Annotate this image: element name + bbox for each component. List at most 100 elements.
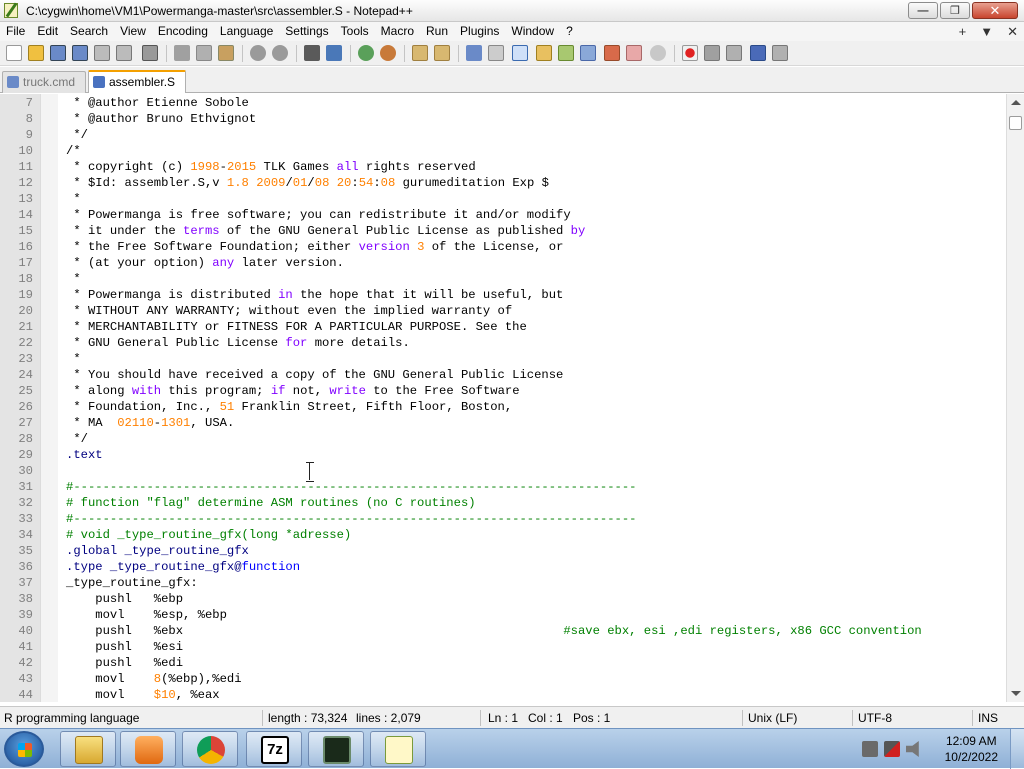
code-line[interactable]: 36 .type _type_routine_gfx@function	[0, 559, 1006, 575]
code-line[interactable]: 28 */	[0, 431, 1006, 447]
redo-icon[interactable]	[272, 45, 288, 61]
code-line[interactable]: 19 * Powermanga is distributed in the ho…	[0, 287, 1006, 303]
code-line[interactable]: 11 * copyright (c) 1998-2015 TLK Games a…	[0, 159, 1006, 175]
clock[interactable]: 12:09 AM 10/2/2022	[945, 733, 998, 765]
scroll-up-icon[interactable]	[1011, 100, 1021, 105]
doc-map-icon[interactable]	[558, 45, 574, 61]
taskbar-explorer[interactable]	[60, 731, 116, 767]
cut-icon[interactable]	[174, 45, 190, 61]
user-language-icon[interactable]	[536, 45, 552, 61]
code-line[interactable]: 20 * WITHOUT ANY WARRANTY; without even …	[0, 303, 1006, 319]
code-line[interactable]: 41 pushl %esi	[0, 639, 1006, 655]
zoom-in-icon[interactable]	[358, 45, 374, 61]
record-macro-icon[interactable]	[682, 45, 698, 61]
action-center-icon[interactable]	[862, 741, 878, 757]
menu-window[interactable]: Window	[505, 22, 560, 41]
sync-vertical-icon[interactable]	[412, 45, 428, 61]
menu-view[interactable]: View	[114, 22, 152, 41]
menu-macro[interactable]: Macro	[375, 22, 420, 41]
code-line[interactable]: 7 * @author Etienne Sobole	[0, 95, 1006, 111]
taskbar-notepad-plus-plus[interactable]	[370, 731, 426, 767]
taskbar-media-player[interactable]	[120, 731, 176, 767]
menu-settings[interactable]: Settings	[279, 22, 334, 41]
monitoring-icon[interactable]	[650, 45, 666, 61]
editor[interactable]: 7 * @author Etienne Sobole 8 * @author Br…	[0, 94, 1006, 702]
code-line[interactable]: 44 movl $10, %eax	[0, 687, 1006, 702]
code-line[interactable]: 22 * GNU General Public License for more…	[0, 335, 1006, 351]
code-line[interactable]: 29 .text	[0, 447, 1006, 463]
code-line[interactable]: 24 * You should have received a copy of …	[0, 367, 1006, 383]
code-line[interactable]: 13 *	[0, 191, 1006, 207]
save-all-icon[interactable]	[72, 45, 88, 61]
code-line[interactable]: 43 movl 8(%ebp),%edi	[0, 671, 1006, 687]
menu-run[interactable]: Run	[420, 22, 454, 41]
folder-as-workspace-icon[interactable]	[626, 45, 642, 61]
taskbar-chrome[interactable]	[182, 731, 238, 767]
save-icon[interactable]	[50, 45, 66, 61]
volume-icon[interactable]	[906, 741, 919, 757]
tab-list-dropdown-icon[interactable]: ▼	[980, 24, 993, 39]
menu-help[interactable]: ?	[560, 22, 579, 41]
code-line[interactable]: 16 * the Free Software Foundation; eithe…	[0, 239, 1006, 255]
tab-assembler-s[interactable]: assembler.S ✕	[88, 70, 186, 109]
code-line[interactable]: 18 *	[0, 271, 1006, 287]
close-file-icon[interactable]	[94, 45, 110, 61]
tab-truck-cmd[interactable]: truck.cmd	[2, 71, 86, 93]
code-line[interactable]: 37 _type_routine_gfx:	[0, 575, 1006, 591]
code-line[interactable]: 39 movl %esp, %ebp	[0, 607, 1006, 623]
save-macro-icon[interactable]	[772, 45, 788, 61]
vertical-scrollbar[interactable]	[1006, 94, 1024, 702]
start-button[interactable]	[4, 731, 44, 767]
code-line[interactable]: 10 /*	[0, 143, 1006, 159]
code-line[interactable]: 35 .global _type_routine_gfx	[0, 543, 1006, 559]
show-all-characters-icon[interactable]	[488, 45, 504, 61]
function-list-icon[interactable]	[604, 45, 620, 61]
menu-encoding[interactable]: Encoding	[152, 22, 214, 41]
scroll-down-icon[interactable]	[1011, 691, 1021, 696]
code-line[interactable]: 9 */	[0, 127, 1006, 143]
taskbar-7zip[interactable]: 7z	[246, 731, 302, 767]
sync-horizontal-icon[interactable]	[434, 45, 450, 61]
close-all-icon[interactable]	[116, 45, 132, 61]
close-button[interactable]: ✕	[972, 2, 1018, 19]
play-macro-icon[interactable]	[726, 45, 742, 61]
code-line[interactable]: 40 pushl %ebx #save ebx, esi ,edi regist…	[0, 623, 1006, 639]
code-line[interactable]: 26 * Foundation, Inc., 51 Franklin Stree…	[0, 399, 1006, 415]
paste-icon[interactable]	[218, 45, 234, 61]
copy-icon[interactable]	[196, 45, 212, 61]
maximize-button[interactable]: ❐	[940, 2, 970, 19]
undo-icon[interactable]	[250, 45, 266, 61]
code-line[interactable]: 17 * (at your option) any later version.	[0, 255, 1006, 271]
code-line[interactable]: 31 #-------------------------------------…	[0, 479, 1006, 495]
code-line[interactable]: 8 * @author Bruno Ethvignot	[0, 111, 1006, 127]
find-icon[interactable]	[304, 45, 320, 61]
code-line[interactable]: 33 #-------------------------------------…	[0, 511, 1006, 527]
menu-edit[interactable]: Edit	[31, 22, 64, 41]
close-document-icon[interactable]: ✕	[1007, 24, 1018, 40]
code-line[interactable]: 27 * MA 02110-1301, USA.	[0, 415, 1006, 431]
menu-language[interactable]: Language	[214, 22, 279, 41]
replace-icon[interactable]	[326, 45, 342, 61]
word-wrap-icon[interactable]	[466, 45, 482, 61]
code-line[interactable]: 30	[0, 463, 1006, 479]
new-file-icon[interactable]	[6, 45, 22, 61]
run-macro-multiple-icon[interactable]	[750, 45, 766, 61]
menu-search[interactable]: Search	[64, 22, 114, 41]
menu-tools[interactable]: Tools	[335, 22, 375, 41]
code-line[interactable]: 15 * it under the terms of the GNU Gener…	[0, 223, 1006, 239]
open-file-icon[interactable]	[28, 45, 44, 61]
code-line[interactable]: 23 *	[0, 351, 1006, 367]
code-line[interactable]: 34 # void _type_routine_gfx(long *adresse…	[0, 527, 1006, 543]
indent-guide-icon[interactable]	[512, 45, 528, 61]
menu-file[interactable]: File	[0, 22, 31, 41]
code-line[interactable]: 42 pushl %edi	[0, 655, 1006, 671]
new-tab-plus-icon[interactable]: +	[959, 24, 967, 39]
code-line[interactable]: 25 * along with this program; if not, wr…	[0, 383, 1006, 399]
print-icon[interactable]	[142, 45, 158, 61]
show-desktop-button[interactable]	[1010, 729, 1024, 769]
taskbar-terminal[interactable]	[308, 731, 364, 767]
doc-list-icon[interactable]	[580, 45, 596, 61]
menu-plugins[interactable]: Plugins	[454, 22, 505, 41]
stop-macro-icon[interactable]	[704, 45, 720, 61]
code-line[interactable]: 21 * MERCHANTABILITY or FITNESS FOR A PA…	[0, 319, 1006, 335]
